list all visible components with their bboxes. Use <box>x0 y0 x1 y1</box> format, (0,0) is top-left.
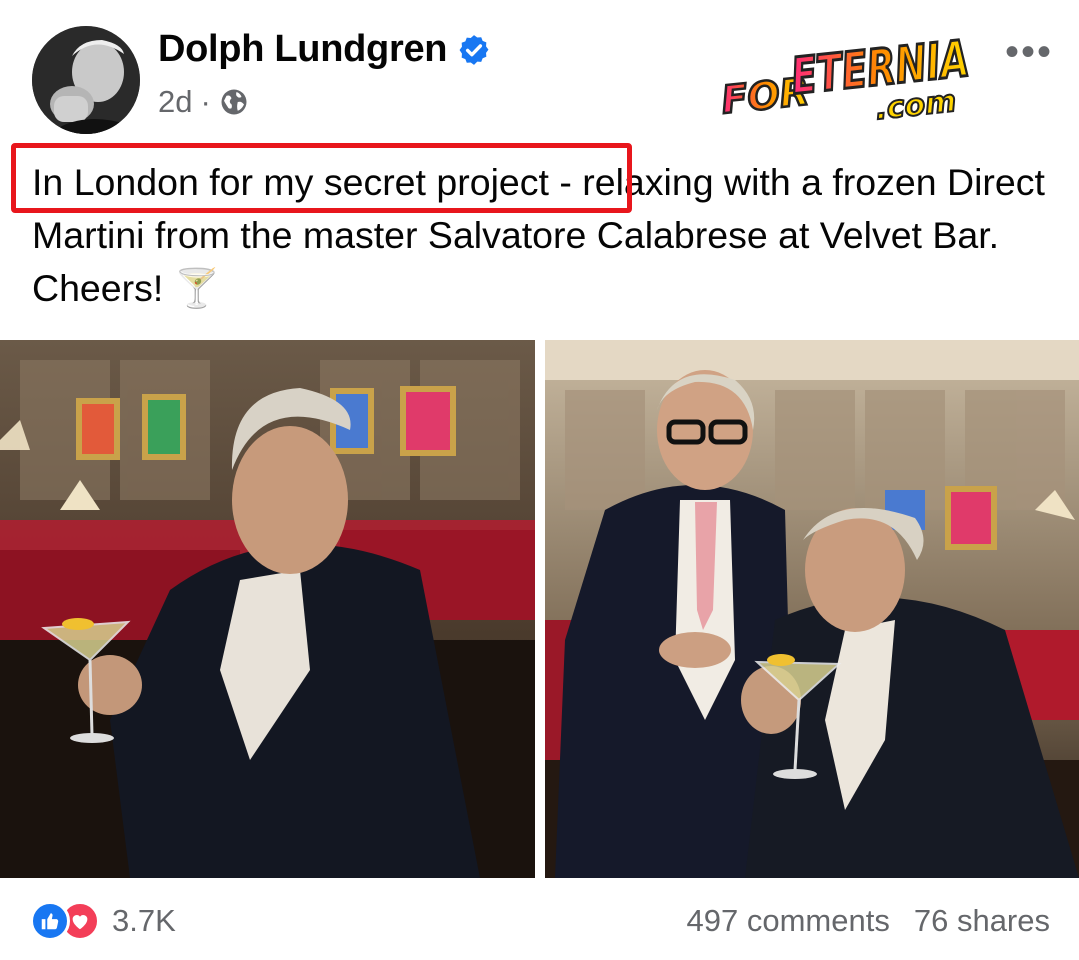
more-icon[interactable]: ••• <box>1005 30 1053 75</box>
svg-text:.com: .com <box>874 84 958 127</box>
meta-separator: · <box>200 84 211 119</box>
highlight-annotation <box>11 143 632 213</box>
comments-count[interactable]: 497 comments <box>687 903 890 939</box>
author-avatar[interactable] <box>32 26 140 134</box>
post-photo-1[interactable] <box>0 340 535 878</box>
reactions-summary[interactable]: 3.7K <box>30 901 176 941</box>
post-photo-2[interactable] <box>545 340 1079 878</box>
post-footer: 3.7K 497 comments 76 shares <box>30 898 1050 944</box>
foreternia-watermark-logo: FOR ETERNIA .com <box>712 22 984 134</box>
author-name[interactable]: Dolph Lundgren <box>158 28 447 71</box>
author-name-row: Dolph Lundgren <box>158 28 491 71</box>
post-time[interactable]: 2d <box>158 84 192 120</box>
reaction-count: 3.7K <box>112 903 176 938</box>
verified-badge-icon <box>459 34 489 65</box>
globe-icon <box>221 89 247 115</box>
like-icon <box>30 901 70 941</box>
shares-count[interactable]: 76 shares <box>914 903 1050 939</box>
post-meta: 2d · <box>158 84 249 120</box>
